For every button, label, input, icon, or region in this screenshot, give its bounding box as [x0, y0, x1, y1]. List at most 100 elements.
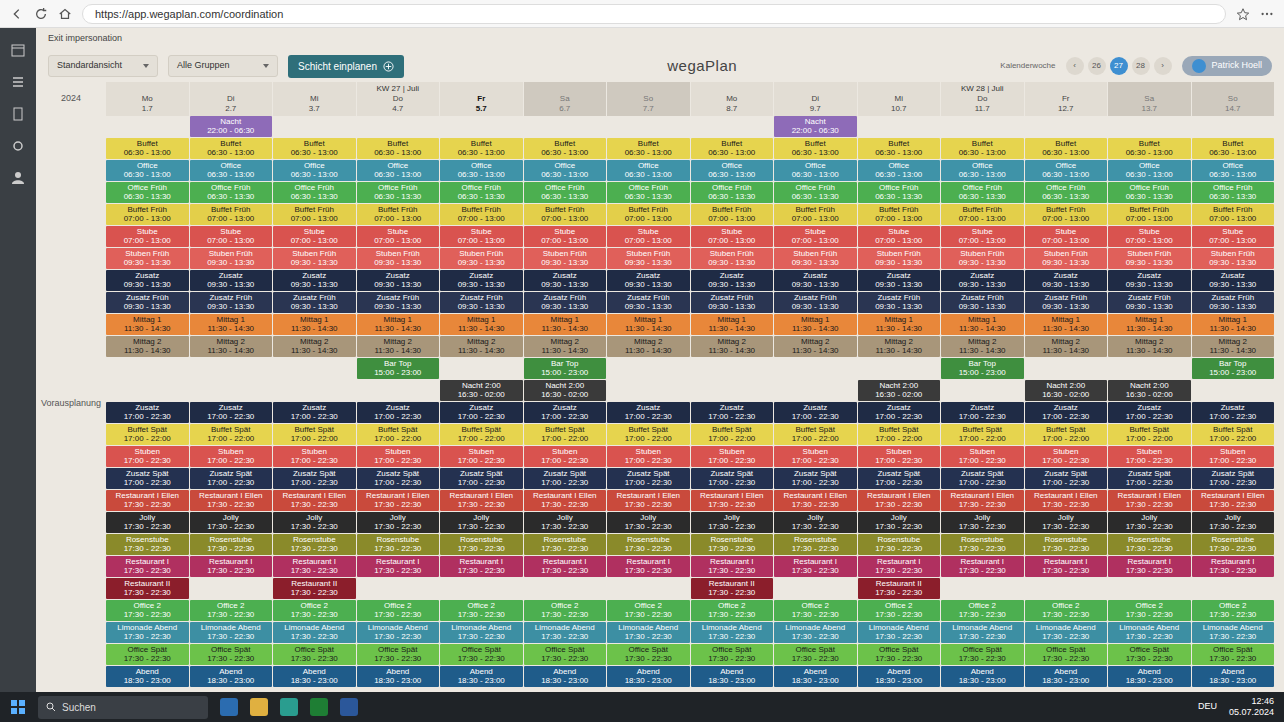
shift-cell[interactable]: Restaurant I17:30 - 22:30 — [774, 556, 857, 577]
shift-cell[interactable]: Zusatz17:00 - 22:30 — [691, 402, 774, 423]
day-slot[interactable]: Zusatz09:30 - 13:30 — [440, 270, 523, 291]
shift-cell[interactable]: Limonade Abend17:30 - 22:30 — [1025, 622, 1108, 643]
day-slot[interactable]: Rosenstube17:30 - 22:30 — [1192, 534, 1275, 555]
day-slot[interactable]: Jolly17:30 - 22:30 — [106, 512, 189, 533]
shift-cell[interactable]: Office 217:30 - 22:30 — [774, 600, 857, 621]
day-slot[interactable]: Office Spät17:30 - 22:30 — [524, 644, 607, 665]
shift-cell[interactable]: Mittag 111:30 - 14:30 — [190, 314, 273, 335]
day-slot[interactable]: Office Früh06:30 - 13:30 — [774, 182, 857, 203]
address-bar[interactable]: https://app.wegaplan.com/coordination — [82, 4, 1226, 24]
shift-cell[interactable]: Stuben17:00 - 22:30 — [106, 446, 189, 467]
word-icon[interactable] — [340, 698, 358, 716]
shift-cell[interactable]: Jolly17:30 - 22:30 — [607, 512, 690, 533]
shift-cell[interactable]: Zusatz Früh09:30 - 13:30 — [774, 292, 857, 313]
shift-cell[interactable]: Zusatz Spät17:00 - 22:30 — [273, 468, 356, 489]
shift-cell[interactable]: Buffet Früh07:00 - 13:00 — [1192, 204, 1275, 225]
shift-cell[interactable]: Buffet Früh07:00 - 13:00 — [1108, 204, 1191, 225]
day-slot[interactable]: Restaurant II17:30 - 22:30 — [691, 578, 774, 599]
shift-cell[interactable]: Zusatz09:30 - 13:30 — [524, 270, 607, 291]
day-slot[interactable]: Restaurant I17:30 - 22:30 — [1025, 556, 1108, 577]
day-slot[interactable]: Zusatz Früh09:30 - 13:30 — [691, 292, 774, 313]
shift-cell[interactable]: Stube07:00 - 13:00 — [941, 226, 1024, 247]
day-slot[interactable]: Office06:30 - 13:00 — [190, 160, 273, 181]
day-slot[interactable]: Zusatz Spät17:00 - 22:30 — [357, 468, 440, 489]
shift-cell[interactable]: Stuben17:00 - 22:30 — [1025, 446, 1108, 467]
day-slot[interactable] — [607, 116, 690, 137]
shift-cell[interactable]: Rosenstube17:30 - 22:30 — [1108, 534, 1191, 555]
shift-cell[interactable]: Office Spät17:30 - 22:30 — [691, 644, 774, 665]
day-slot[interactable]: Buffet Früh07:00 - 13:00 — [440, 204, 523, 225]
day-header[interactable]: Sa6.7 — [524, 82, 607, 116]
day-slot[interactable]: Stube07:00 - 13:00 — [774, 226, 857, 247]
day-slot[interactable]: Limonade Abend17:30 - 22:30 — [941, 622, 1024, 643]
day-slot[interactable]: Zusatz09:30 - 13:30 — [1192, 270, 1275, 291]
day-header[interactable]: So14.7 — [1192, 82, 1275, 116]
day-slot[interactable]: Stube07:00 - 13:00 — [190, 226, 273, 247]
day-slot[interactable]: Stuben17:00 - 22:30 — [1108, 446, 1191, 467]
day-slot[interactable]: Rosenstube17:30 - 22:30 — [273, 534, 356, 555]
day-slot[interactable]: Jolly17:30 - 22:30 — [1025, 512, 1108, 533]
day-slot[interactable]: Mittag 211:30 - 14:30 — [1025, 336, 1108, 357]
day-slot[interactable]: Zusatz17:00 - 22:30 — [440, 402, 523, 423]
shift-cell[interactable]: Office Spät17:30 - 22:30 — [440, 644, 523, 665]
day-slot[interactable]: Restaurant I17:30 - 22:30 — [190, 556, 273, 577]
day-slot[interactable] — [1025, 358, 1108, 379]
day-slot[interactable]: Buffet Spät17:00 - 22:00 — [691, 424, 774, 445]
day-slot[interactable]: Restaurant I17:30 - 22:30 — [1192, 556, 1275, 577]
shift-cell[interactable]: Limonade Abend17:30 - 22:30 — [1108, 622, 1191, 643]
shift-cell[interactable]: Buffet06:30 - 13:00 — [1108, 138, 1191, 159]
shift-cell[interactable]: Mittag 111:30 - 14:30 — [106, 314, 189, 335]
shift-cell[interactable]: Abend18:30 - 23:00 — [941, 666, 1024, 687]
day-slot[interactable]: Mittag 211:30 - 14:30 — [1108, 336, 1191, 357]
shift-cell[interactable]: Rosenstube17:30 - 22:30 — [774, 534, 857, 555]
shift-cell[interactable]: Restaurant II17:30 - 22:30 — [273, 578, 356, 599]
day-slot[interactable]: Abend18:30 - 23:00 — [607, 666, 690, 687]
day-slot[interactable]: Office 217:30 - 22:30 — [524, 600, 607, 621]
day-slot[interactable]: Abend18:30 - 23:00 — [774, 666, 857, 687]
shift-cell[interactable]: Jolly17:30 - 22:30 — [106, 512, 189, 533]
shift-cell[interactable]: Jolly17:30 - 22:30 — [858, 512, 941, 533]
day-slot[interactable]: Buffet Früh07:00 - 13:00 — [607, 204, 690, 225]
day-slot[interactable] — [1192, 380, 1275, 401]
shift-cell[interactable]: Office Früh06:30 - 13:30 — [607, 182, 690, 203]
prev-week-button[interactable]: ‹ — [1066, 57, 1084, 75]
shift-cell[interactable]: Abend18:30 - 23:00 — [273, 666, 356, 687]
shift-cell[interactable]: Zusatz17:00 - 22:30 — [858, 402, 941, 423]
day-slot[interactable]: Zusatz Spät17:00 - 22:30 — [273, 468, 356, 489]
day-slot[interactable]: Office Früh06:30 - 13:30 — [1192, 182, 1275, 203]
shift-cell[interactable]: Zusatz Früh09:30 - 13:30 — [190, 292, 273, 313]
shift-cell[interactable]: Mittag 111:30 - 14:30 — [1025, 314, 1108, 335]
day-slot[interactable]: Restaurant I17:30 - 22:30 — [858, 556, 941, 577]
shift-cell[interactable]: Office 217:30 - 22:30 — [1108, 600, 1191, 621]
shift-cell[interactable]: Office 217:30 - 22:30 — [357, 600, 440, 621]
shift-cell[interactable]: Rosenstube17:30 - 22:30 — [106, 534, 189, 555]
day-slot[interactable]: Stuben Früh09:30 - 13:30 — [440, 248, 523, 269]
shift-cell[interactable]: Office06:30 - 13:00 — [357, 160, 440, 181]
shift-cell[interactable]: Zusatz09:30 - 13:30 — [1025, 270, 1108, 291]
shift-cell[interactable]: Bar Top15:00 - 23:00 — [1192, 358, 1275, 379]
shift-cell[interactable]: Rosenstube17:30 - 22:30 — [440, 534, 523, 555]
day-slot[interactable]: Office06:30 - 13:00 — [858, 160, 941, 181]
day-slot[interactable]: Office 217:30 - 22:30 — [440, 600, 523, 621]
day-slot[interactable]: Bar Top15:00 - 23:00 — [357, 358, 440, 379]
shift-cell[interactable]: Rosenstube17:30 - 22:30 — [1192, 534, 1275, 555]
shift-cell[interactable]: Restaurant I17:30 - 22:30 — [524, 556, 607, 577]
day-slot[interactable]: Zusatz17:00 - 22:30 — [607, 402, 690, 423]
day-slot[interactable]: Zusatz Spät17:00 - 22:30 — [607, 468, 690, 489]
shift-cell[interactable]: Restaurant II17:30 - 22:30 — [858, 578, 941, 599]
exit-impersonation-link[interactable]: Exit impersonation — [48, 32, 122, 46]
day-slot[interactable]: Stuben Früh09:30 - 13:30 — [858, 248, 941, 269]
shift-cell[interactable]: Office Früh06:30 - 13:30 — [357, 182, 440, 203]
day-slot[interactable]: Stuben Früh09:30 - 13:30 — [190, 248, 273, 269]
shift-cell[interactable]: Buffet Spät17:00 - 22:00 — [774, 424, 857, 445]
shift-cell[interactable]: Mittag 211:30 - 14:30 — [1025, 336, 1108, 357]
shift-cell[interactable]: Jolly17:30 - 22:30 — [1025, 512, 1108, 533]
shift-cell[interactable]: Rosenstube17:30 - 22:30 — [1025, 534, 1108, 555]
day-slot[interactable] — [691, 380, 774, 401]
day-slot[interactable]: Zusatz17:00 - 22:30 — [524, 402, 607, 423]
day-slot[interactable]: Stuben Früh09:30 - 13:30 — [357, 248, 440, 269]
shift-cell[interactable]: Mittag 211:30 - 14:30 — [190, 336, 273, 357]
day-header[interactable]: KW 28 | JuliDo11.7 — [941, 82, 1024, 116]
shift-cell[interactable]: Zusatz Früh09:30 - 13:30 — [858, 292, 941, 313]
day-header[interactable]: Mo1.7 — [106, 82, 189, 116]
